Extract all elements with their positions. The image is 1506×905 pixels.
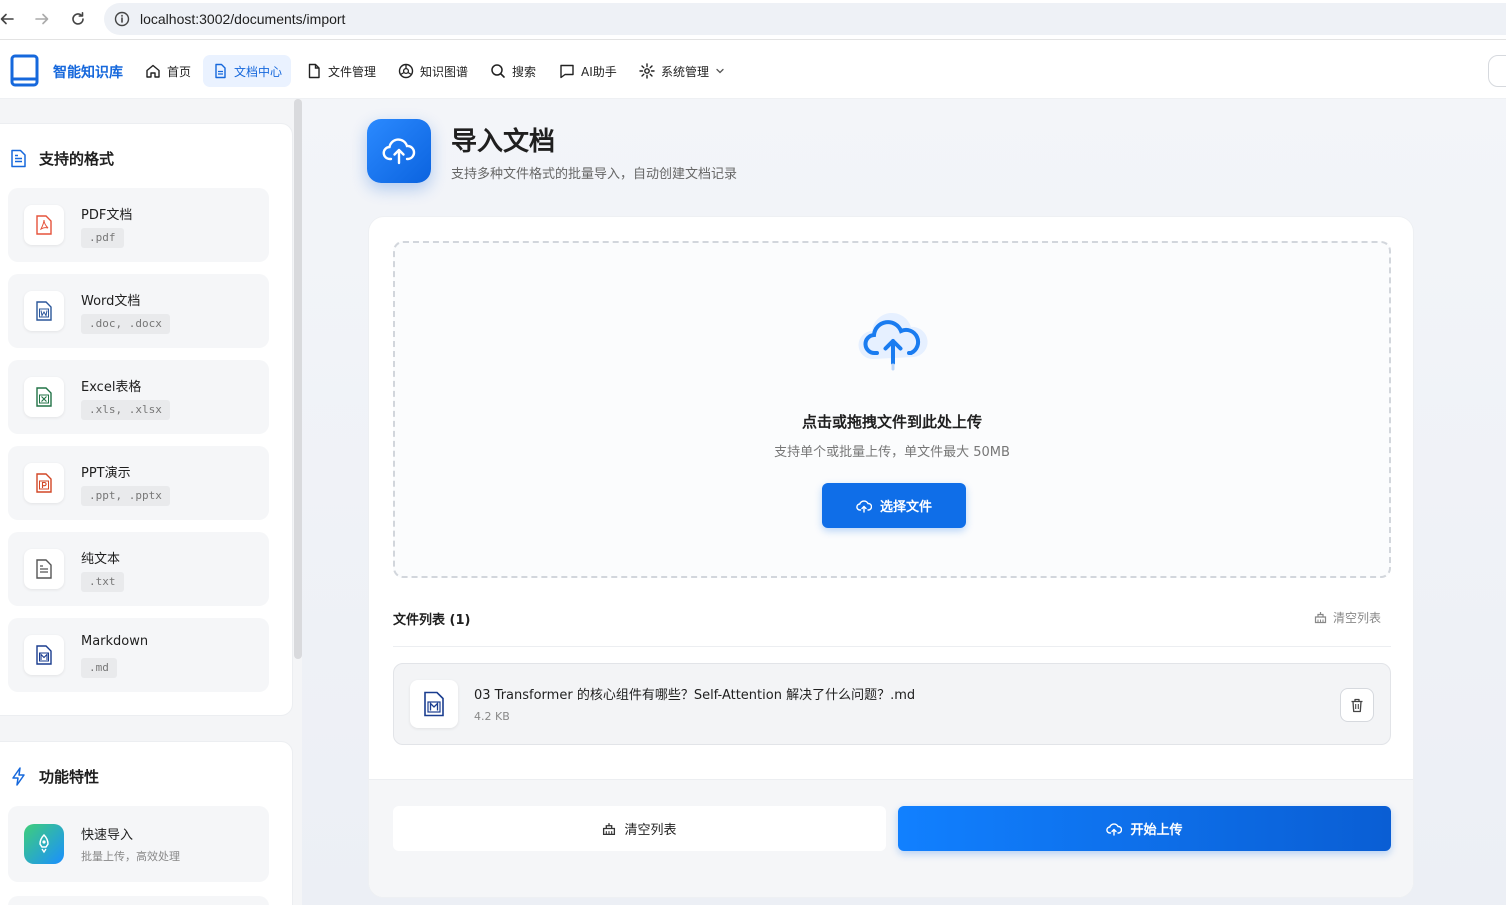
file-size: 4.2 KB xyxy=(474,710,510,723)
nav-file-management[interactable]: 文件管理 xyxy=(297,55,385,87)
nav-documents[interactable]: 文档中心 xyxy=(203,55,292,87)
nav-label: 搜索 xyxy=(512,64,537,79)
book-logo-icon[interactable] xyxy=(10,54,39,87)
formats-heading: 支持的格式 xyxy=(10,148,114,169)
format-extension: .xls, .xlsx xyxy=(81,400,170,420)
graph-icon xyxy=(398,63,414,79)
nav-label: 文档中心 xyxy=(234,64,283,79)
document-icon xyxy=(215,63,226,79)
address-bar[interactable]: localhost:3002/documents/import xyxy=(104,3,1506,35)
clear-icon xyxy=(603,822,616,835)
choose-file-button[interactable]: 选择文件 xyxy=(822,483,966,528)
lightning-icon xyxy=(12,767,25,786)
cloud-upload-icon xyxy=(367,119,431,183)
clear-list-label: 清空列表 xyxy=(1332,611,1381,625)
word-file-icon xyxy=(24,291,64,331)
format-name: Excel表格 xyxy=(81,380,142,395)
page-title: 导入文档 xyxy=(451,127,556,157)
file-list-title: 文件列表 (1) xyxy=(393,613,471,628)
nav-label: 知识图谱 xyxy=(420,64,469,79)
home-icon xyxy=(146,64,160,78)
forward-arrow-icon[interactable] xyxy=(31,8,53,30)
search-icon xyxy=(491,64,505,78)
feature-name: 快速导入 xyxy=(81,828,134,843)
reload-icon[interactable] xyxy=(67,8,89,30)
nav-ai-assistant[interactable]: AI助手 xyxy=(550,55,626,87)
format-item-ppt: PPT演示 .ppt, .pptx xyxy=(8,446,269,520)
feature-item-partial xyxy=(8,896,269,905)
site-info-icon[interactable] xyxy=(114,11,130,27)
file-list-header: 文件列表 (1) 清空列表 xyxy=(393,609,1391,647)
format-item-excel: Excel表格 .xls, .xlsx xyxy=(8,360,269,434)
format-item-pdf: PDF文档 .pdf xyxy=(8,188,269,262)
browser-toolbar: localhost:3002/documents/import xyxy=(0,0,1506,40)
format-name: PPT演示 xyxy=(81,466,131,481)
format-item-text: 纯文本 .txt xyxy=(8,532,269,606)
dropzone-title: 点击或拖拽文件到此处上传 xyxy=(801,413,982,431)
nav-label: 系统管理 xyxy=(661,64,710,79)
page-subtitle: 支持多种文件格式的批量导入，自动创建文档记录 xyxy=(451,167,738,182)
nav-knowledge-graph[interactable]: 知识图谱 xyxy=(389,55,477,87)
nav-search[interactable]: 搜索 xyxy=(481,55,545,87)
brand-name[interactable]: 智能知识库 xyxy=(53,62,123,82)
pdf-file-icon xyxy=(24,205,64,245)
feature-item-quick-import: 快速导入 批量上传，高效处理 xyxy=(8,806,269,882)
excel-file-icon xyxy=(24,377,64,417)
format-name: PDF文档 xyxy=(81,208,133,223)
import-panel: 点击或拖拽文件到此处上传 支持单个或批量上传，单文件最大 50MB 选择文件 文… xyxy=(368,216,1414,898)
formats-title: 支持的格式 xyxy=(39,150,115,168)
delete-file-button[interactable] xyxy=(1340,688,1374,722)
file-icon xyxy=(308,63,320,79)
upload-dropzone[interactable]: 点击或拖拽文件到此处上传 支持单个或批量上传，单文件最大 50MB 选择文件 xyxy=(393,241,1391,578)
feature-desc: 批量上传，高效处理 xyxy=(81,850,180,863)
chevron-down-icon xyxy=(716,68,724,74)
text-file-icon xyxy=(24,549,64,589)
format-item-markdown: Markdown .md xyxy=(8,618,269,692)
url-text[interactable]: localhost:3002/documents/import xyxy=(140,11,345,27)
app-header: 智能知识库 首页 文档中心 文件管理 知识图谱 搜索 AI助手 系统管理 xyxy=(0,43,1506,99)
format-name: 纯文本 xyxy=(81,552,121,567)
format-extension: .ppt, .pptx xyxy=(81,486,170,506)
format-name: Markdown xyxy=(81,634,149,649)
panel-footer: 清空列表 开始上传 xyxy=(369,779,1413,897)
rocket-icon xyxy=(24,824,64,864)
header-search-input[interactable] xyxy=(1488,55,1506,87)
choose-file-label: 选择文件 xyxy=(879,500,932,515)
nav-system-management[interactable]: 系统管理 xyxy=(630,55,734,87)
nav-label: 文件管理 xyxy=(328,64,377,79)
cloud-upload-icon xyxy=(856,499,872,513)
ppt-file-icon xyxy=(24,463,64,503)
format-item-word: Word文档 .doc, .docx xyxy=(8,274,269,348)
format-extension: .txt xyxy=(81,572,124,592)
markdown-file-icon xyxy=(410,680,458,728)
markdown-file-icon xyxy=(24,635,64,675)
back-arrow-icon[interactable] xyxy=(0,8,18,30)
start-upload-button[interactable]: 开始上传 xyxy=(898,806,1391,851)
cloud-upload-icon xyxy=(851,307,935,377)
clear-list-button-label: 清空列表 xyxy=(624,823,677,838)
sidebar-scrollbar[interactable] xyxy=(294,99,302,659)
format-extension: .doc, .docx xyxy=(81,314,170,334)
nav-label: 首页 xyxy=(167,64,192,79)
chat-icon xyxy=(560,64,574,79)
format-extension: .md xyxy=(81,658,117,678)
clear-list-link[interactable]: 清空列表 xyxy=(1314,609,1381,626)
features-title: 功能特性 xyxy=(39,768,100,786)
format-name: Word文档 xyxy=(81,294,141,309)
nav-home[interactable]: 首页 xyxy=(136,55,200,87)
dropzone-hint: 支持单个或批量上传，单文件最大 50MB xyxy=(774,445,1010,460)
settings-icon xyxy=(639,63,655,79)
start-upload-label: 开始上传 xyxy=(1130,823,1183,838)
clear-list-button[interactable]: 清空列表 xyxy=(393,806,886,851)
file-list-item: 03 Transformer 的核心组件有哪些？Self-Attention 解… xyxy=(393,663,1391,745)
document-icon xyxy=(11,149,26,168)
features-heading: 功能特性 xyxy=(10,766,99,787)
format-extension: .pdf xyxy=(81,228,124,248)
file-name: 03 Transformer 的核心组件有哪些？Self-Attention 解… xyxy=(474,688,916,703)
cloud-upload-icon xyxy=(1106,822,1123,836)
clear-icon xyxy=(1314,612,1327,624)
nav-label: AI助手 xyxy=(581,64,617,79)
trash-icon xyxy=(1351,698,1363,712)
